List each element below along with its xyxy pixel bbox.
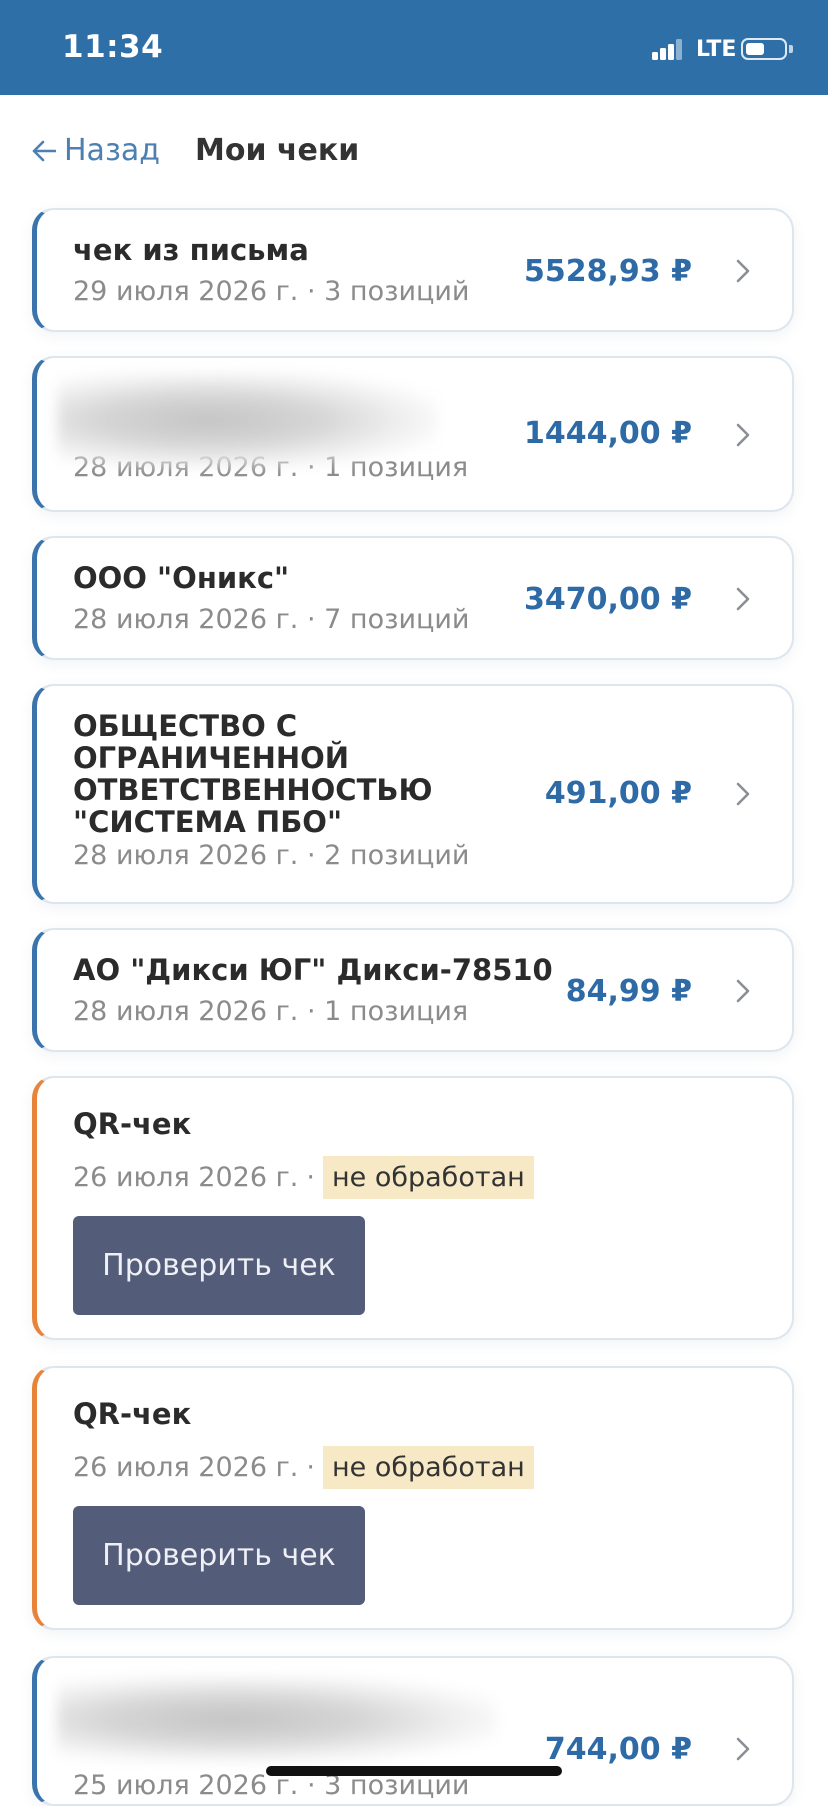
receipt-items: 7 позиций (324, 604, 470, 635)
receipt-items: 1 позиция (324, 996, 469, 1027)
chevron-right-icon (736, 979, 750, 1003)
separator: · (306, 1452, 315, 1483)
receipt-items: 2 позиций (324, 840, 470, 871)
qr-receipt-card: QR-чек 26 июля 2026 г. · не обработан Пр… (32, 1076, 794, 1340)
redacted-name (57, 1676, 497, 1762)
receipt-card[interactable]: 28 июля 2026 г. · 1 позиция 1444,00 ₽ (32, 356, 794, 512)
separator: · (306, 1162, 315, 1193)
receipt-date: 28 июля 2026 г. (73, 840, 299, 871)
receipt-amount: 3470,00 ₽ (524, 582, 692, 617)
network-type: LTE (696, 37, 737, 62)
receipt-meta: 28 июля 2026 г. · 2 позиций (73, 840, 469, 871)
receipt-date: 29 июля 2026 г. (73, 276, 299, 307)
chevron-right-icon (736, 259, 750, 283)
arrow-left-icon (32, 140, 56, 161)
receipt-amount: 84,99 ₽ (565, 974, 692, 1009)
receipt-meta: 28 июля 2026 г. · 7 позиций (73, 604, 469, 635)
status-badge: не обработан (322, 1446, 534, 1489)
status-time: 11:34 (62, 29, 164, 65)
receipt-card[interactable]: 25 июля 2026 г. · 3 позиции 744,00 ₽ (32, 1656, 794, 1806)
receipt-amount: 1444,00 ₽ (524, 416, 692, 451)
battery-tip (789, 45, 793, 53)
receipt-amount: 491,00 ₽ (544, 776, 692, 811)
receipt-amount: 5528,93 ₽ (524, 254, 692, 289)
receipt-date: 26 июля 2026 г. (73, 1162, 299, 1193)
receipt-items: 3 позиций (324, 276, 470, 307)
check-receipt-button[interactable]: Проверить чек (73, 1506, 365, 1605)
status-bar: 11:34 LTE (0, 0, 828, 95)
receipt-card[interactable]: чек из письма 29 июля 2026 г. · 3 позици… (32, 208, 794, 332)
receipt-date: 25 июля 2026 г. (73, 1770, 299, 1801)
receipt-name: QR-чек (73, 1397, 192, 1431)
chevron-right-icon (736, 423, 750, 447)
receipt-date: 26 июля 2026 г. (73, 1452, 299, 1483)
receipt-name: АО "Дикси ЮГ" Дикси-78510 (73, 953, 553, 987)
nav-bar: Назад Мои чеки (0, 95, 828, 205)
separator: · (306, 840, 316, 871)
chevron-right-icon (736, 587, 750, 611)
receipt-date: 28 июля 2026 г. (73, 604, 299, 635)
receipt-card[interactable]: ООО "Оникс" 28 июля 2026 г. · 7 позиций … (32, 536, 794, 660)
status-badge: не обработан (322, 1156, 534, 1199)
receipt-name: ОБЩЕСТВО С ОГРАНИЧЕННОЙ ОТВЕТСТВЕННОСТЬЮ… (73, 709, 433, 839)
receipt-meta: 28 июля 2026 г. · 1 позиция (73, 996, 468, 1027)
receipt-name: QR-чек (73, 1107, 192, 1141)
receipt-amount: 744,00 ₽ (544, 1732, 692, 1767)
receipt-meta: 26 июля 2026 г. · не обработан (73, 1156, 534, 1199)
receipt-meta: 26 июля 2026 г. · не обработан (73, 1446, 534, 1489)
redacted-name (57, 372, 437, 468)
check-receipt-button[interactable]: Проверить чек (73, 1216, 365, 1315)
chevron-right-icon (736, 782, 750, 806)
signal-icon (652, 38, 684, 60)
home-indicator[interactable] (266, 1766, 562, 1776)
back-label: Назад (64, 133, 161, 168)
receipt-card[interactable]: АО "Дикси ЮГ" Дикси-78510 28 июля 2026 г… (32, 928, 794, 1052)
qr-receipt-card: QR-чек 26 июля 2026 г. · не обработан Пр… (32, 1366, 794, 1630)
back-button[interactable]: Назад (32, 133, 160, 168)
receipt-meta: 29 июля 2026 г. · 3 позиций (73, 276, 469, 307)
page-title: Мои чеки (195, 133, 360, 168)
receipt-date: 28 июля 2026 г. (73, 996, 299, 1027)
receipt-name: ООО "Оникс" (73, 561, 290, 595)
receipt-name: чек из письма (73, 233, 309, 267)
receipt-card[interactable]: ОБЩЕСТВО С ОГРАНИЧЕННОЙ ОТВЕТСТВЕННОСТЬЮ… (32, 684, 794, 904)
chevron-right-icon (736, 1737, 750, 1761)
separator: · (306, 604, 316, 635)
separator: · (306, 276, 316, 307)
separator: · (306, 996, 316, 1027)
battery-icon (741, 38, 787, 60)
